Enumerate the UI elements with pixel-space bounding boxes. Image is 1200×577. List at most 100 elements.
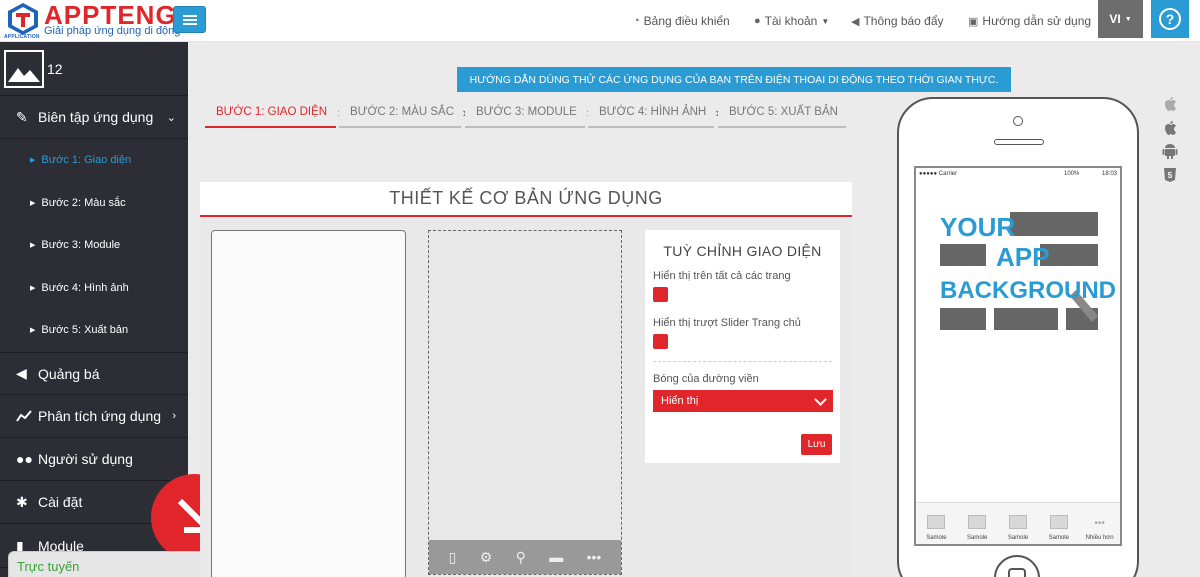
preview-tab-bar: ▯ ⚙ ⚲ ▬ ••• — [429, 540, 621, 574]
apple-icon[interactable] — [1162, 95, 1178, 111]
help-icon: ? — [1159, 8, 1181, 30]
layout-preview-left[interactable] — [211, 230, 406, 577]
top-bar: APPLICATION APPTENG Giải pháp ứng dụng d… — [0, 0, 1200, 42]
language-label: VI — [1109, 12, 1121, 26]
save-button[interactable]: Lưu — [801, 434, 832, 455]
menu-toggle-button[interactable] — [173, 6, 206, 33]
layout-preview-middle[interactable]: ▯ ⚙ ⚲ ▬ ••• — [428, 230, 622, 575]
megaphone-icon: ◀ — [851, 15, 860, 28]
html5-icon[interactable]: 5 — [1162, 167, 1178, 183]
sidebar-subitem-step5[interactable]: ▶ Bước 5: Xuất bản — [0, 309, 188, 351]
shadow-select[interactable]: Hiển thị — [653, 390, 833, 412]
chart-icon — [16, 410, 34, 422]
image-icon — [1008, 515, 1027, 529]
caret-right-icon: ▶ — [30, 285, 36, 292]
sidebar-subitem-step2[interactable]: ▶ Bước 2: Màu sắc — [0, 182, 188, 224]
user-icon: ● — [754, 15, 761, 27]
apple-icon[interactable] — [1162, 119, 1178, 135]
chevron-down-icon — [814, 393, 827, 406]
app-background-image: YOUR APP BACKGROUND — [916, 182, 1120, 504]
nav-dashboard[interactable]: ◔ Bảng điều khiển — [633, 0, 730, 42]
help-button[interactable]: ? — [1151, 0, 1189, 38]
sidebar-subitem-step4[interactable]: ▶ Bước 4: Hình ảnh — [0, 267, 188, 309]
nav-account[interactable]: ● Tài khoản ▼ — [754, 0, 829, 42]
option-all-pages-checkbox[interactable] — [653, 287, 668, 302]
sidebar-item-label: Quảng bá — [38, 365, 100, 382]
caret-right-icon: ▶ — [30, 200, 36, 207]
shadow-label: Bóng của đường viền — [653, 373, 759, 385]
step-tab-1[interactable]: BƯỚC 1: GIAO DIỆN › — [205, 97, 342, 128]
logo[interactable]: APPLICATION APPTENG Giải pháp ứng dụng d… — [4, 0, 184, 41]
logo-badge-icon — [8, 3, 38, 35]
phone-home-square — [1008, 568, 1026, 577]
step-tab-2[interactable]: BƯỚC 2: MÀU SẮC › — [339, 97, 467, 128]
shadow-select-value: Hiển thị — [661, 395, 699, 407]
panel-title: THIẾT KẾ CƠ BẢN ỨNG DỤNG — [200, 182, 852, 217]
sidebar-item-label: Phân tích ứng dụng — [38, 408, 162, 424]
bg-word-app: APP — [996, 242, 1049, 272]
more-icon: ••• — [1094, 518, 1105, 529]
sidebar-subitem-step3[interactable]: ▶ Bước 3: Module — [0, 224, 188, 266]
sidebar-subitem-step1[interactable]: ▶ Bước 1: Giao diện — [0, 139, 188, 181]
gear-icon[interactable]: ⚙ — [480, 549, 493, 566]
sidebar-item-promote[interactable]: ◀ Quảng bá — [0, 352, 188, 395]
phone-tab-label: Samole — [926, 535, 947, 541]
bg-word-background: BACKGROUND — [940, 277, 1116, 304]
battery-label: 100% — [1064, 171, 1080, 177]
nav-guide[interactable]: ▣ Hướng dẫn sử dụng — [968, 0, 1091, 42]
more-icon[interactable]: ••• — [587, 549, 602, 565]
phone-tab[interactable]: Samole — [1038, 503, 1079, 544]
sidebar-item-label: Cài đặt — [38, 494, 83, 510]
phone-tab-label: Samole — [967, 535, 988, 541]
app-count: 12 — [47, 61, 63, 77]
nav-guide-label: Hướng dẫn sử dụng — [982, 14, 1092, 28]
online-status-label: Trực tuyến — [17, 558, 80, 574]
image-icon — [927, 515, 946, 529]
customize-title: TUỲ CHỈNH GIAO DIỆN — [663, 243, 822, 259]
phone-tab[interactable]: Samole — [916, 503, 957, 544]
svg-text:5: 5 — [1168, 171, 1173, 180]
phone-tab[interactable]: Samole — [957, 503, 998, 544]
image-icon — [1049, 515, 1068, 529]
phone-speaker — [994, 139, 1044, 145]
sidebar-item-analytics[interactable]: Phân tích ứng dụng › — [0, 395, 188, 438]
sidebar-subitem-label: Bước 4: Hình ảnh — [41, 282, 129, 294]
time-label: 18:03 — [1101, 171, 1117, 177]
nav-account-label: Tài khoản — [764, 14, 818, 28]
phone-tab-label: Nhiều hơn — [1085, 535, 1114, 541]
step-tab-4[interactable]: BƯỚC 4: HÌNH ẢNH › — [588, 97, 720, 128]
card-icon[interactable]: ▬ — [549, 549, 563, 565]
users-icon: ●● — [16, 451, 33, 467]
page-icon[interactable]: ▯ — [449, 549, 457, 566]
sidebar-app-header[interactable]: 12 — [0, 42, 188, 96]
chevron-right-icon: › — [172, 410, 176, 422]
option-slider-checkbox[interactable] — [653, 334, 668, 349]
caret-right-icon: ▶ — [30, 157, 36, 164]
step-tab-5[interactable]: BƯỚC 5: XUẤT BẢN — [718, 97, 846, 128]
image-icon — [968, 515, 987, 529]
brand-tagline: Giải pháp ứng dụng di động — [44, 25, 181, 37]
gears-icon: ✱ — [16, 493, 28, 510]
language-selector[interactable]: VI ▼ — [1098, 0, 1143, 38]
step-tab-label: BƯỚC 3: MODULE — [476, 105, 577, 118]
step-tab-3[interactable]: BƯỚC 3: MODULE › — [465, 97, 591, 128]
app-image-icon — [4, 50, 44, 88]
nav-push-label: Thông báo đẩy — [863, 14, 944, 28]
sidebar-subitem-label: Bước 5: Xuất bản — [41, 324, 129, 336]
nav-push[interactable]: ◀ Thông báo đẩy — [851, 0, 944, 42]
megaphone-icon: ◀ — [16, 365, 27, 381]
step-tab-label: BƯỚC 1: GIAO DIỆN — [216, 105, 328, 118]
search-icon[interactable]: ⚲ — [516, 549, 526, 566]
phone-status-bar: ●●●●● Carrier 100% 18:03 — [916, 168, 1120, 182]
sidebar-item-editor[interactable]: ✎ Biên tập ứng dụng ⌄ — [0, 96, 188, 139]
android-icon[interactable] — [1162, 143, 1178, 159]
step-tab-label: BƯỚC 2: MÀU SẮC — [350, 105, 455, 118]
phone-tab[interactable]: Samole — [998, 503, 1039, 544]
chevron-down-icon: ⌄ — [166, 111, 176, 124]
bg-word-your: YOUR — [940, 212, 1015, 242]
sidebar-item-label: Biên tập ứng dụng — [38, 109, 154, 125]
phone-tab-label: Samole — [1048, 535, 1069, 541]
phone-tab-more[interactable]: ••• Nhiều hơn — [1079, 503, 1120, 544]
phone-tab-bar: Samole Samole Samole Samole ••• Nhiều hơn — [916, 502, 1120, 544]
phone-tab-label: Samole — [1007, 535, 1029, 541]
